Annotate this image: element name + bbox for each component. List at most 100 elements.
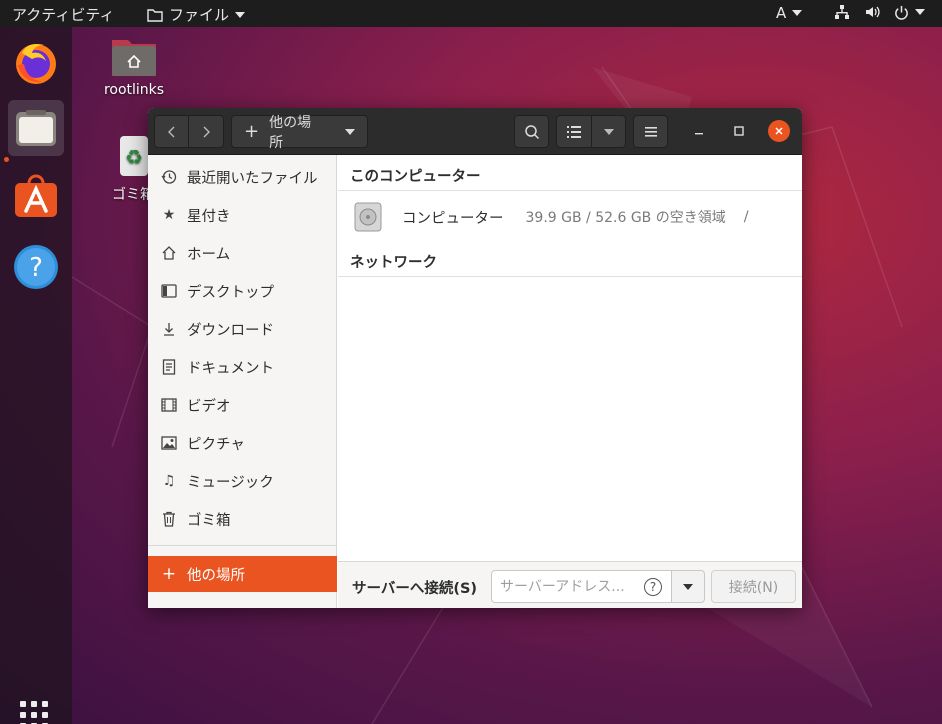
recent-icon: [161, 170, 177, 184]
chevron-down-icon: [603, 128, 614, 135]
dock-help[interactable]: ?: [8, 239, 64, 295]
section-divider: [338, 190, 802, 191]
sidebar-item-documents[interactable]: ドキュメント: [148, 348, 337, 386]
computer-row[interactable]: コンピューター 39.9 GB / 52.6 GB の空き領域 /: [338, 192, 802, 242]
star-icon: ★: [162, 207, 176, 223]
sidebar-item-label: ダウンロード: [187, 322, 274, 339]
home-folder-icon: [112, 40, 156, 76]
picture-icon: [161, 436, 177, 450]
connect-button[interactable]: 接続(N): [711, 570, 796, 603]
hard-drive-icon: [354, 202, 382, 232]
sidebar: 最近開いたファイル ★ 星付き ホーム デスクトップ ダウンロード ドキュメント…: [148, 155, 337, 608]
network-heading: ネットワーク: [350, 255, 437, 271]
sidebar-item-trash[interactable]: ゴミ箱: [148, 500, 337, 538]
svg-text:?: ?: [29, 253, 43, 283]
forward-button[interactable]: [188, 115, 224, 148]
input-method-menu[interactable]: A: [776, 4, 803, 22]
menu-button[interactable]: [633, 115, 668, 148]
input-method-label: A: [776, 4, 787, 22]
chevron-down-icon: [792, 10, 803, 16]
sidebar-item-starred[interactable]: ★ 星付き: [148, 196, 337, 234]
home-icon: [162, 246, 176, 260]
chevron-right-icon: [203, 126, 210, 137]
sidebar-item-downloads[interactable]: ダウンロード: [148, 310, 337, 348]
recent-servers-dropdown[interactable]: [671, 570, 705, 603]
connect-server-bar: サーバーへ接続(S) ? 接続(N): [338, 561, 802, 608]
folder-icon: [147, 8, 163, 22]
show-applications-icon[interactable]: [20, 701, 48, 724]
network-icon: [835, 5, 849, 19]
sidebar-item-label: 星付き: [187, 208, 231, 225]
app-menu[interactable]: ファイル: [147, 4, 246, 25]
sidebar-item-label: 他の場所: [187, 567, 245, 584]
disk-usage: 39.9 GB / 52.6 GB の空き領域: [525, 210, 726, 226]
sidebar-item-label: ホーム: [187, 246, 231, 263]
running-indicator: [4, 157, 9, 162]
sidebar-item-music[interactable]: ♫ ミュージック: [148, 462, 337, 500]
chevron-down-icon: [683, 583, 693, 590]
chevron-down-icon: [915, 9, 925, 15]
plus-icon: +: [161, 564, 177, 584]
sidebar-item-label: ピクチャ: [187, 436, 245, 453]
maximize-button[interactable]: [728, 120, 750, 142]
sidebar-item-label: 最近開いたファイル: [187, 170, 318, 187]
search-button[interactable]: [514, 115, 549, 148]
sidebar-item-pictures[interactable]: ピクチャ: [148, 424, 337, 462]
document-icon: [162, 359, 176, 375]
sidebar-item-desktop[interactable]: デスクトップ: [148, 272, 337, 310]
chevron-down-icon: [235, 11, 246, 18]
maximize-icon: [734, 126, 744, 136]
sidebar-item-videos[interactable]: ビデオ: [148, 386, 337, 424]
connect-to-server-label: サーバーへ接続(S): [352, 581, 478, 597]
mount-path: /: [743, 209, 749, 225]
software-store-icon: [15, 174, 57, 217]
activities-button[interactable]: アクティビティ: [12, 4, 114, 25]
dock-software[interactable]: [8, 168, 64, 224]
sidebar-item-label: ゴミ箱: [187, 512, 231, 529]
search-icon: [524, 124, 539, 139]
sidebar-item-home[interactable]: ホーム: [148, 234, 337, 272]
view-list-button[interactable]: [556, 115, 592, 148]
sidebar-item-other-locations[interactable]: + 他の場所: [148, 556, 337, 592]
desktop-home-folder[interactable]: rootlinks: [98, 34, 170, 98]
minimize-button[interactable]: [688, 120, 710, 142]
sidebar-item-label: ミュージック: [187, 474, 274, 491]
dock: ?: [0, 27, 72, 724]
header-bar: + 他の場所: [148, 108, 802, 155]
close-button[interactable]: [768, 120, 790, 142]
top-bar: アクティビティ ファイル A: [0, 0, 942, 27]
help-icon: ?: [14, 245, 58, 289]
minimize-icon: [695, 133, 703, 135]
computer-name: コンピューター: [402, 210, 504, 227]
close-icon: [775, 127, 783, 135]
music-icon: ♫: [162, 473, 176, 489]
this-computer-heading: このコンピューター: [350, 169, 481, 185]
view-options-button[interactable]: [591, 115, 626, 148]
files-icon: [16, 110, 56, 146]
plus-icon: +: [244, 121, 260, 142]
file-manager-window: + 他の場所 最近開いたファイル ★ 星付き ホーム デスクトップ ダウンロード…: [148, 108, 802, 608]
main-view: このコンピューター コンピューター 39.9 GB / 52.6 GB の空き領…: [338, 155, 802, 561]
dock-files[interactable]: [8, 100, 64, 156]
help-icon[interactable]: ?: [644, 578, 662, 596]
sidebar-item-label: ビデオ: [187, 398, 231, 415]
chevron-left-icon: [167, 126, 174, 137]
app-menu-label: ファイル: [169, 6, 230, 24]
power-icon: [895, 5, 908, 20]
location-label: 他の場所: [269, 114, 312, 151]
download-icon: [164, 323, 174, 336]
sidebar-item-recent[interactable]: 最近開いたファイル: [148, 158, 337, 196]
location-path-button[interactable]: + 他の場所: [231, 115, 368, 151]
list-view-icon: [567, 125, 581, 138]
video-icon: [161, 398, 177, 412]
hamburger-menu-icon: [644, 126, 657, 137]
section-divider: [338, 276, 802, 277]
dock-firefox[interactable]: [8, 35, 64, 91]
home-folder-label: rootlinks: [103, 82, 165, 98]
system-menu[interactable]: [834, 4, 925, 20]
back-button[interactable]: [154, 115, 189, 148]
svg-text:♻: ♻: [125, 145, 143, 169]
sidebar-separator: [148, 545, 337, 546]
sidebar-item-label: ドキュメント: [187, 360, 274, 377]
sidebar-item-label: デスクトップ: [187, 284, 274, 301]
